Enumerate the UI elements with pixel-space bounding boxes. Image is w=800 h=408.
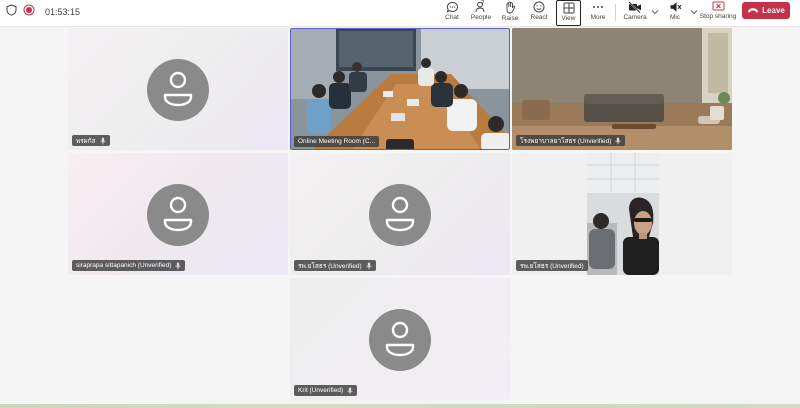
participant-nametag: รพ.ยโสธร (Unverified) [294,260,376,271]
more-button[interactable]: More [588,0,608,26]
raise-hand-button[interactable]: Raise [500,0,520,26]
participant-nametag: พรผกัส [72,135,110,146]
participant-nametag: Krit (Unverified) [294,385,358,396]
portrait-video [587,153,659,275]
react-label: React [530,14,548,21]
meeting-toolbar: 01:53:15 Chat 7 People Raise React View … [0,0,800,27]
chat-icon [446,1,458,13]
hang-up-icon [747,8,759,13]
mic-off-icon [175,262,181,269]
people-count: 7 [481,1,485,7]
chat-button[interactable]: Chat [443,0,461,26]
meeting-timer: 01:53:15 [45,7,81,17]
meeting-status: 01:53:15 [6,4,80,20]
camera-chevron-down-icon[interactable] [651,8,659,16]
participant-video-tile-portrait[interactable]: รพ.ยโสธร (Unverified) [512,153,732,275]
participant-name: siraprapa sittapanich (Unverified) [76,262,172,269]
participant-tile[interactable]: พรผกัส [68,28,288,150]
mic-label: Mic [669,14,681,21]
person-icon [163,196,193,232]
view-label: View [561,15,576,22]
hand-icon [506,1,516,14]
grid-icon [563,2,574,14]
camera-button[interactable]: Camera [623,0,647,26]
leave-button[interactable]: Leave [742,2,790,19]
mic-button[interactable]: Mic [665,0,685,26]
participant-tile[interactable]: siraprapa sittapanich (Unverified) [68,153,288,275]
recording-icon [23,3,35,21]
participant-name: พรผกัส [76,137,96,145]
taskbar-strip [0,404,800,408]
avatar [147,59,209,121]
participant-video-tile-room[interactable]: Online Meeting Room (C... [290,28,510,150]
person-icon [385,196,415,232]
meeting-room-video [291,29,509,149]
participant-name: Online Meeting Room (C... [298,138,375,145]
person-icon [385,321,415,357]
participant-name: Krit (Unverified) [298,387,344,394]
stop-sharing-label: Stop sharing [699,13,737,20]
people-label: People [470,14,492,21]
participant-name: รพ.ยโสธร (Unverified) [520,262,584,270]
people-button[interactable]: 7 People [470,0,492,26]
participant-name: โรงพยาบาลยาโสธร (Unverified) [520,137,612,145]
raise-label: Raise [501,15,519,22]
mic-off-icon [99,137,106,144]
more-label: More [590,14,606,21]
mic-chevron-down-icon[interactable] [690,8,698,16]
speaker-muted-icon [670,2,681,12]
emoji-icon [533,1,545,13]
stop-sharing-button[interactable]: Stop sharing [699,0,737,26]
participant-tile[interactable]: รพ.ยโสธร (Unverified) [290,153,510,275]
mic-off-icon [347,387,353,394]
participant-video-tile-hospital[interactable]: โรงพยาบาลยาโสธร (Unverified) [512,28,732,150]
react-button[interactable]: React [529,0,549,26]
participant-tile[interactable]: Krit (Unverified) [290,278,510,400]
camera-off-icon [628,1,641,13]
participant-nametag: Online Meeting Room (C... [294,136,379,147]
toolbar-divider [615,4,616,21]
shield-icon[interactable] [6,3,17,21]
mic-off-icon [615,137,621,144]
avatar [369,184,431,246]
more-icon [593,6,603,8]
living-room-background [512,28,732,150]
participant-name: รพ.ยโสธร (Unverified) [298,262,362,270]
avatar [369,309,431,371]
participant-nametag: siraprapa sittapanich (Unverified) [72,260,186,271]
avatar [147,184,209,246]
leave-label: Leave [762,6,785,15]
view-button[interactable]: View [556,0,581,26]
stop-share-icon [712,1,724,11]
participant-nametag: รพ.ยโสธร (Unverified) [516,260,588,271]
participant-nametag: โรงพยาบาลยาโสธร (Unverified) [516,135,626,146]
person-icon [163,71,193,107]
mic-off-icon [366,262,372,269]
camera-label: Camera [623,14,647,21]
chat-label: Chat [445,14,459,21]
